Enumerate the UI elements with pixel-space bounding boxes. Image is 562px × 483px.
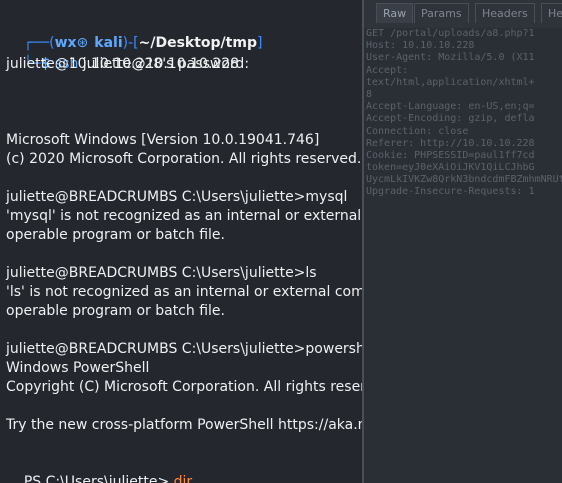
powershell-prompt: PS C:\Users\juliette> bbox=[23, 474, 170, 483]
terminal-window[interactable]: ┌──(wx⊛ kali)-[~/Desktop/tmp] └─$ ssh jul… bbox=[0, 0, 362, 483]
request-line: Referer: http://10.10.10.228 bbox=[366, 137, 535, 149]
terminal-output-line: Microsoft Windows [Version 10.0.19041.74… bbox=[6, 132, 320, 148]
request-line: token=eyJ0eXAiOiJKV1QiLCJhbG bbox=[366, 162, 535, 174]
terminal-output-line: juliette@10.10.10.228's password: bbox=[6, 56, 250, 72]
request-tabs: Raw Params Headers He bbox=[364, 0, 562, 28]
prompt-bracket-close: ] bbox=[256, 35, 263, 51]
request-line: Host: 10.10.10.228 bbox=[366, 40, 475, 52]
tab-headers[interactable]: Headers bbox=[475, 3, 535, 23]
request-line: UycmLkIVKZw8QrkN3bndcdmFBZmhmNRUtEVa bbox=[366, 174, 562, 186]
shell-command-line: └─$ ssh juliette@10.10.10.228 bbox=[6, 36, 239, 72]
request-line: 8 bbox=[366, 88, 373, 100]
terminal-output-line: juliette@BREADCRUMBS C:\Users\juliette>m… bbox=[6, 189, 348, 205]
request-line: text/html,application/xhtml+ bbox=[366, 76, 535, 88]
request-line: Upgrade-Insecure-Requests: 1 bbox=[366, 186, 535, 198]
request-viewer-pane: Raw Params Headers He GET /portal/upload… bbox=[364, 0, 562, 483]
request-line: Cookie: PHPSESSID=paul1ff7cd bbox=[366, 149, 535, 161]
terminal-output-line: (c) 2020 Microsoft Corporation. All righ… bbox=[6, 151, 362, 167]
raw-request-text: GET /portal/uploads/a8.php?1 Host: 10.10.… bbox=[366, 28, 562, 199]
powershell-command: dir bbox=[173, 474, 193, 483]
terminal-output-line: Copyright (C) Microsoft Corporation. All… bbox=[6, 379, 362, 395]
terminal-output-line: 'ls' is not recognized as an internal or… bbox=[6, 284, 362, 300]
tab-params[interactable]: Params bbox=[414, 3, 469, 23]
terminal-output-line: juliette@BREADCRUMBS C:\Users\juliette>p… bbox=[6, 341, 362, 357]
request-line: GET /portal/uploads/a8.php?1 bbox=[366, 28, 535, 39]
terminal-output-line: Try the new cross-platform PowerShell ht… bbox=[6, 417, 362, 433]
shell-prompt-header: ┌──(wx⊛ kali)-[~/Desktop/tmp] bbox=[6, 15, 263, 51]
terminal-output-line: operable program or batch file. bbox=[6, 303, 225, 319]
tab-hex[interactable]: He bbox=[541, 3, 562, 23]
terminal-output-line: juliette@BREADCRUMBS C:\Users\juliette>l… bbox=[6, 265, 317, 281]
request-line: Connection: close bbox=[366, 125, 469, 137]
request-line: User-Agent: Mozilla/5.0 (X11 bbox=[366, 52, 535, 64]
tab-raw[interactable]: Raw bbox=[376, 3, 414, 23]
request-line: Accept: bbox=[366, 64, 409, 76]
terminal-output-line: Windows PowerShell bbox=[6, 360, 150, 376]
request-line: Accept-Language: en-US,en;q= bbox=[366, 101, 535, 113]
powershell-prompt-line[interactable]: PS C:\Users\juliette> dir bbox=[6, 454, 192, 483]
terminal-output-line: operable program or batch file. bbox=[6, 227, 225, 243]
request-line: Accept-Encoding: gzip, defla bbox=[366, 113, 535, 125]
terminal-output-line: 'mysql' is not recognized as an internal… bbox=[6, 208, 362, 224]
